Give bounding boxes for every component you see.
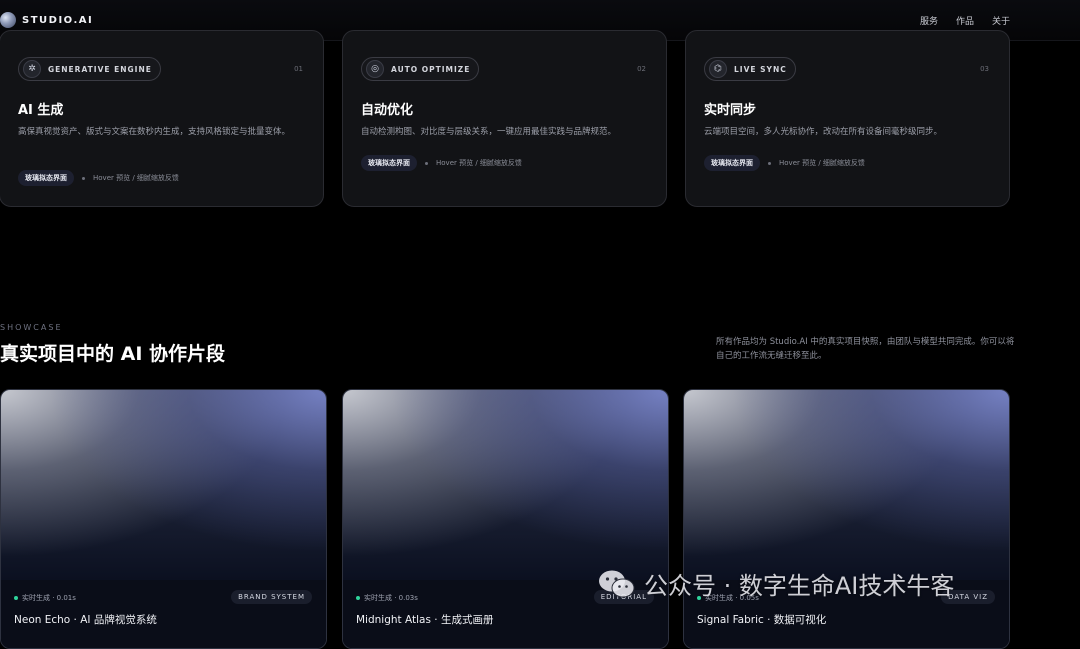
feature-tag: 玻璃拟态界面 xyxy=(704,155,760,171)
live-status-dot xyxy=(14,596,18,600)
showcase-meta-text: 实时生成 · 0.03s xyxy=(364,594,418,602)
separator-dot xyxy=(82,176,85,180)
nav-link-about[interactable]: 关于 xyxy=(992,14,1010,27)
showcase-meta: 实时生成 · 0.03s xyxy=(356,593,418,603)
showcase-card[interactable]: 实时生成 · 0.01s BRAND SYSTEM Neon Echo · AI… xyxy=(0,389,327,649)
feature-card-generative[interactable]: ✲ GENERATIVE ENGINE 01 AI 生成 高保真视觉资产、版式与… xyxy=(0,30,324,207)
feature-number: 01 xyxy=(294,65,303,73)
spark-icon: ✲ xyxy=(23,60,41,78)
feature-card-sync[interactable]: ⌬ LIVE SYNC 03 实时同步 云端项目空间，多人光标协作，改动在所有设… xyxy=(685,30,1010,207)
gauge-icon: ◎ xyxy=(366,60,384,78)
feature-tag-note: Hover 预览 / 细腻缩放反馈 xyxy=(93,174,179,182)
watermark-text: 公众号 · 数字生命AI技术牛客 xyxy=(644,572,955,600)
feature-pill-label: GENERATIVE ENGINE xyxy=(48,64,152,74)
feature-title: 实时同步 xyxy=(704,103,757,118)
feature-card-optimize[interactable]: ◎ AUTO OPTIMIZE 02 自动优化 自动检测构图、对比度与层级关系，… xyxy=(342,30,667,207)
category-badge: BRAND SYSTEM xyxy=(231,590,312,604)
feature-pill: ◎ AUTO OPTIMIZE xyxy=(361,57,480,81)
logo-text: STUDIO.AI xyxy=(22,14,94,26)
feature-title: 自动优化 xyxy=(361,103,414,118)
feature-pill-label: AUTO OPTIMIZE xyxy=(391,64,471,74)
showcase-card-title: Neon Echo · AI 品牌视觉系统 xyxy=(14,614,157,626)
separator-dot xyxy=(768,161,771,165)
feature-pill: ⌬ LIVE SYNC xyxy=(704,57,796,81)
feature-description: 高保真视觉资产、版式与文案在数秒内生成，支持风格锁定与批量变体。 xyxy=(18,127,291,137)
showcase-meta-text: 实时生成 · 0.01s xyxy=(22,594,76,602)
showcase-thumbnail xyxy=(684,390,1009,580)
wechat-icon xyxy=(599,570,635,597)
nav-link-services[interactable]: 服务 xyxy=(920,14,938,27)
showcase-eyebrow: SHOWCASE xyxy=(0,323,63,332)
showcase-meta: 实时生成 · 0.01s xyxy=(14,593,76,603)
feature-tag-note: Hover 预览 / 细腻缩放反馈 xyxy=(779,159,865,167)
feature-description: 云端项目空间，多人光标协作，改动在所有设备间毫秒级同步。 xyxy=(704,127,943,137)
logo-orb-icon xyxy=(0,12,16,28)
showcase-thumbnail xyxy=(343,390,668,580)
feature-number: 02 xyxy=(637,65,646,73)
showcase-description: 所有作品均为 Studio.AI 中的真实项目快照，由团队与模型共同完成。你可以… xyxy=(716,337,1015,361)
feature-number: 03 xyxy=(980,65,989,73)
showcase-title: 真实项目中的 AI 协作片段 xyxy=(0,343,226,365)
feature-tag-row: 玻璃拟态界面 Hover 预览 / 细腻缩放反馈 xyxy=(361,155,522,171)
nav-link-works[interactable]: 作品 xyxy=(956,14,974,27)
showcase-card[interactable]: 实时生成 · 0.05s DATA VIZ Signal Fabric · 数据… xyxy=(683,389,1010,649)
feature-tag: 玻璃拟态界面 xyxy=(18,170,74,186)
live-status-dot xyxy=(356,596,360,600)
feature-description: 自动检测构图、对比度与层级关系，一键应用最佳实践与品牌规范。 xyxy=(361,127,617,137)
feature-pill-label: LIVE SYNC xyxy=(734,64,787,74)
logo[interactable]: STUDIO.AI xyxy=(0,12,93,28)
feature-tag-row: 玻璃拟态界面 Hover 预览 / 细腻缩放反馈 xyxy=(18,170,179,186)
showcase-card[interactable]: 实时生成 · 0.03s EDITORIAL Midnight Atlas · … xyxy=(342,389,669,649)
showcase-card-title: Signal Fabric · 数据可视化 xyxy=(697,614,827,626)
feature-tag-note: Hover 预览 / 细腻缩放反馈 xyxy=(436,159,522,167)
watermark: 公众号 · 数字生命AI技术牛客 xyxy=(598,566,954,601)
feature-title: AI 生成 xyxy=(18,103,64,118)
showcase-thumbnail xyxy=(1,390,326,580)
feature-tag-row: 玻璃拟态界面 Hover 预览 / 细腻缩放反馈 xyxy=(704,155,865,171)
broadcast-icon: ⌬ xyxy=(709,60,727,78)
nav-links: 服务 作品 关于 xyxy=(920,14,1010,27)
feature-tag: 玻璃拟态界面 xyxy=(361,155,417,171)
showcase-card-title: Midnight Atlas · 生成式画册 xyxy=(356,614,494,626)
separator-dot xyxy=(425,161,428,165)
feature-pill: ✲ GENERATIVE ENGINE xyxy=(18,57,161,81)
